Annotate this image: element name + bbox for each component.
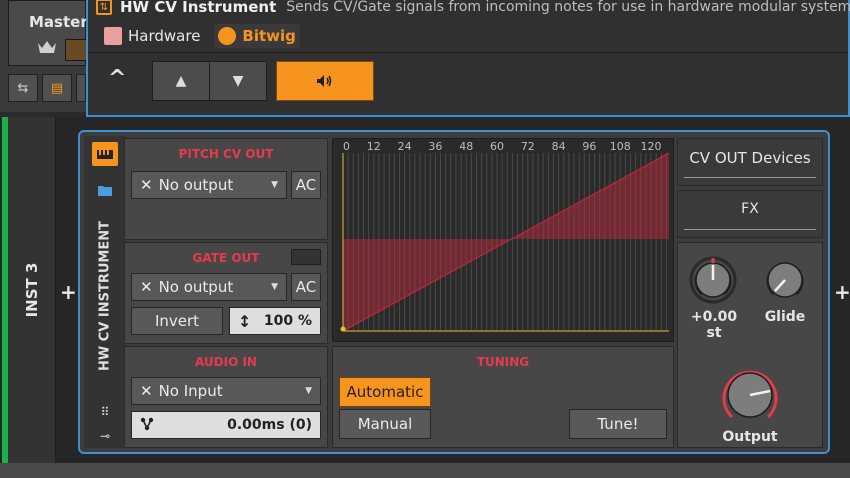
gate-amount-value: 100 % (263, 313, 312, 329)
graph-tick-label: 108 (610, 140, 631, 153)
graph-origin-point (340, 326, 346, 332)
track-header[interactable]: INST 3 (8, 117, 56, 463)
tag-hardware-label: Hardware (128, 27, 201, 45)
gate-activity-indicator (291, 249, 321, 265)
fx-divider (684, 229, 816, 230)
pitch-ac-button[interactable]: AC (291, 171, 321, 199)
swap-icon[interactable]: ⇆ (8, 74, 38, 102)
audio-in-section: AUDIO IN ✕ No Input ▼ 0.00ms (0) (124, 346, 328, 448)
latency-field[interactable]: 0.00ms (0) (131, 411, 321, 439)
speaker-icon[interactable] (276, 61, 374, 101)
pitch-value: +0.00 st (690, 309, 738, 341)
pitch-cv-out-title: PITCH CV OUT (178, 147, 274, 161)
more-button[interactable] (76, 74, 86, 102)
layout-icon[interactable]: ▤ (42, 74, 72, 102)
device-inspector: ⇅ HW CV Instrument Sends CV/Gate signals… (86, 0, 850, 117)
glide-label: Glide (764, 309, 806, 325)
close-icon: ✕ (140, 382, 153, 400)
device-name: HW CV Instrument (120, 0, 277, 16)
graph-tick-label: 72 (521, 140, 535, 153)
tuning-section: TUNING Automatic Manual Tune! (332, 346, 674, 448)
audio-input-value: No Input (158, 382, 223, 400)
bottom-scrollbar[interactable] (0, 463, 850, 478)
glide-knob[interactable] (760, 255, 810, 305)
gate-out-section: GATE OUT ✕ No output ▼ AC Invert ↕ 100 % (124, 242, 328, 344)
add-device-after-icon[interactable]: + (834, 280, 850, 304)
collapse-chevron-icon[interactable]: ^ (108, 66, 126, 91)
master-label: Master (29, 13, 88, 31)
graph-tick-label: 120 (641, 140, 662, 153)
device-tags: Hardware Bitwig (100, 24, 300, 48)
master-track-header[interactable]: Master (8, 0, 95, 66)
device-description: Sends CV/Gate signals from incoming note… (286, 0, 850, 15)
graph-tick-label: 0 (343, 140, 350, 153)
master-track-area: Master ⇆ ▤ (0, 0, 95, 112)
gate-output-value: No output (158, 278, 234, 296)
cv-out-devices-button[interactable]: CV OUT Devices (677, 138, 823, 186)
graph-tick-label: 36 (428, 140, 442, 153)
tuning-title: TUNING (476, 355, 530, 369)
pitch-cv-out-section: PITCH CV OUT ✕ No output ▼ AC (124, 138, 328, 240)
device-title-row: ⇅ HW CV Instrument Sends CV/Gate signals… (96, 0, 850, 17)
graph-tick-label: 84 (552, 140, 566, 153)
gate-output-select[interactable]: ✕ No output ▼ (131, 273, 287, 301)
device-side-title: HW CV INSTRUMENT (97, 221, 113, 371)
pitch-cv-output-value: No output (158, 176, 234, 194)
chevron-down-icon: ▼ (305, 386, 312, 396)
tag-hardware[interactable]: Hardware (100, 24, 204, 48)
cv-out-divider (684, 177, 816, 178)
pitch-graph-svg: 0 12 24 36 48 60 72 84 96 108 120 (333, 139, 673, 341)
manual-tuning-button[interactable]: Manual (339, 409, 431, 439)
output-label: Output (722, 429, 778, 445)
folder-icon (104, 27, 122, 45)
track-name: INST 3 (22, 262, 41, 318)
graph-tick-label: 48 (459, 140, 473, 153)
chevron-down-icon: ▼ (271, 180, 278, 190)
automatic-tuning-button[interactable]: Automatic (339, 377, 431, 407)
updown-arrow-icon: ↕ (238, 311, 252, 331)
graph-tick-label: 24 (398, 140, 412, 153)
latency-value: 0.00ms (0) (227, 417, 312, 433)
output-knob[interactable] (716, 361, 784, 429)
invert-button[interactable]: Invert (131, 307, 223, 335)
tag-bitwig[interactable]: Bitwig (214, 24, 300, 48)
graph-tick-label: 12 (367, 140, 381, 153)
graph-tick-label: 96 (582, 140, 596, 153)
key-icon[interactable]: ⊸ (92, 424, 118, 448)
add-device-before-icon[interactable]: + (60, 280, 77, 304)
chevron-down-icon: ▼ (271, 282, 278, 292)
close-icon: ✕ (140, 278, 153, 296)
user-icon (218, 27, 237, 45)
gate-ac-button[interactable]: AC (291, 273, 321, 301)
fx-label: FX (741, 201, 759, 217)
audio-in-title: AUDIO IN (195, 355, 257, 369)
graph-tick-label: 60 (490, 140, 504, 153)
close-icon: ✕ (140, 176, 153, 194)
grid-icon[interactable]: ⠿ (92, 400, 118, 424)
routing-icon (140, 416, 154, 435)
folder-icon[interactable] (92, 178, 118, 202)
pitch-knob[interactable] (688, 255, 738, 305)
pitch-mapping-graph[interactable]: 0 12 24 36 48 60 72 84 96 108 120 (332, 138, 674, 342)
header-divider (88, 52, 848, 53)
pitch-cv-output-select[interactable]: ✕ No output ▼ (131, 171, 287, 199)
crown-icon (38, 41, 56, 53)
device-side-strip: HW CV INSTRUMENT ⠿ ⊸ (84, 136, 126, 448)
tune-button[interactable]: Tune! (569, 409, 667, 439)
keyboard-icon[interactable] (92, 142, 118, 166)
cv-out-devices-label: CV OUT Devices (689, 149, 811, 167)
previous-preset-button[interactable]: ▲ (152, 61, 210, 101)
gate-amount-field[interactable]: ↕ 100 % (229, 307, 321, 335)
tag-bitwig-label: Bitwig (242, 27, 296, 45)
output-controls: +0.00 st Glide Output (677, 242, 823, 448)
device-type-icon: ⇅ (96, 0, 112, 15)
next-preset-button[interactable]: ▼ (209, 61, 267, 101)
fx-button[interactable]: FX (677, 190, 823, 238)
hw-cv-instrument-device: HW CV INSTRUMENT ⠿ ⊸ PITCH CV OUT ✕ No o… (78, 130, 830, 454)
audio-input-select[interactable]: ✕ No Input ▼ (131, 377, 321, 405)
